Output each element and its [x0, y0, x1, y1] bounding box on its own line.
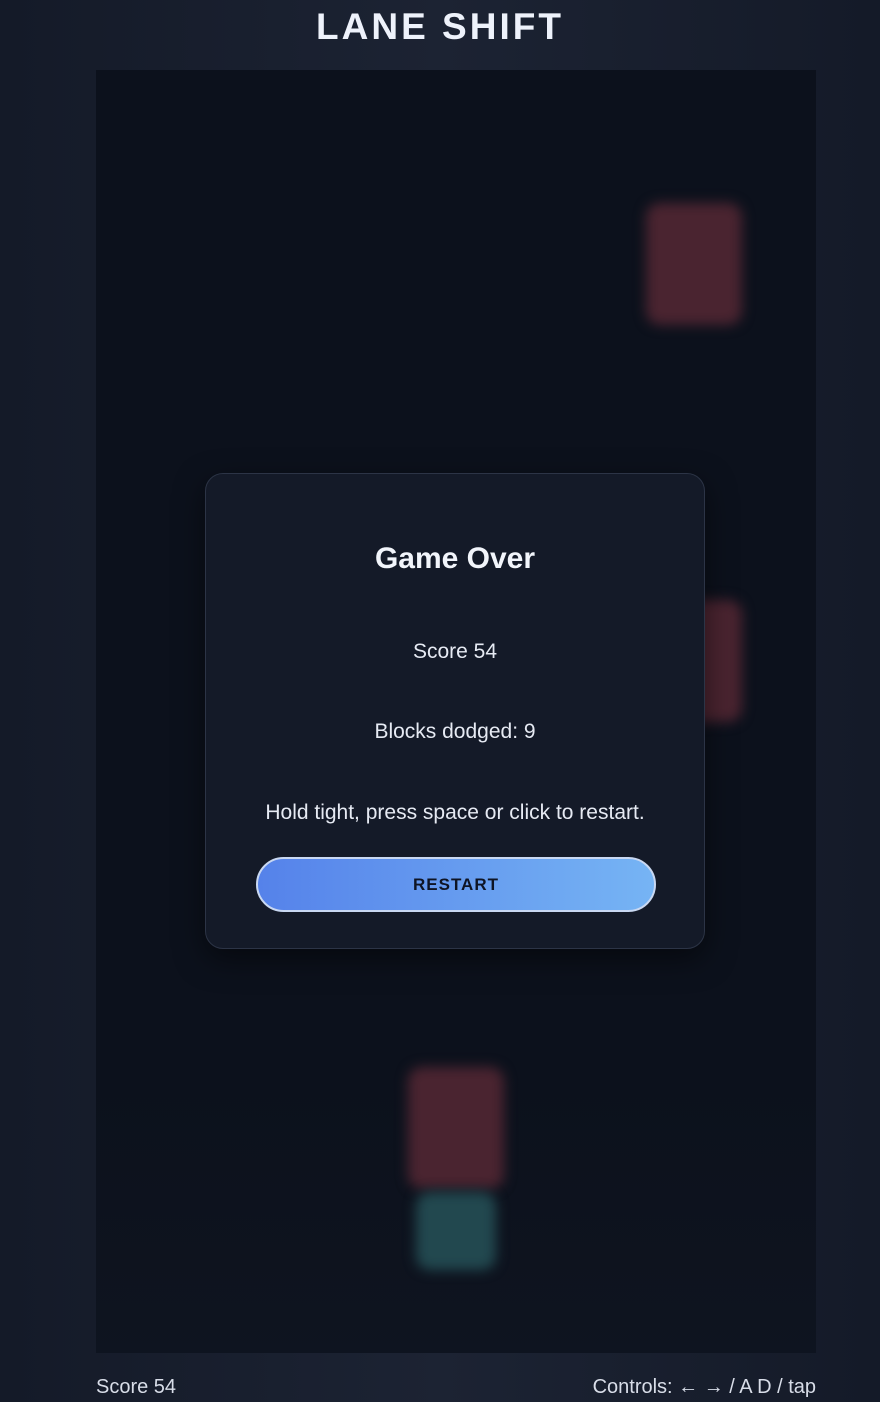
game-board[interactable]: Game Over Score 54 Blocks dodged: 9 Hold… [96, 70, 816, 1353]
restart-button[interactable]: RESTART [256, 857, 656, 912]
footer-score: Score 54 [96, 1376, 177, 1398]
player-block [416, 1192, 496, 1270]
game-over-title: Game Over [374, 542, 536, 575]
page-title: LANE SHIFT [316, 6, 564, 47]
restart-hint: Hold tight, press space or click to rest… [265, 801, 645, 824]
blocks-dodged: Blocks dodged: 9 [374, 720, 536, 743]
enemy-block [408, 1067, 504, 1189]
game-over-dialog: Game Over Score 54 Blocks dodged: 9 Hold… [205, 473, 705, 949]
final-score: Score 54 [412, 640, 498, 663]
controls-hint: Controls: ← → / A D / tap [592, 1376, 816, 1398]
enemy-block [646, 203, 742, 325]
